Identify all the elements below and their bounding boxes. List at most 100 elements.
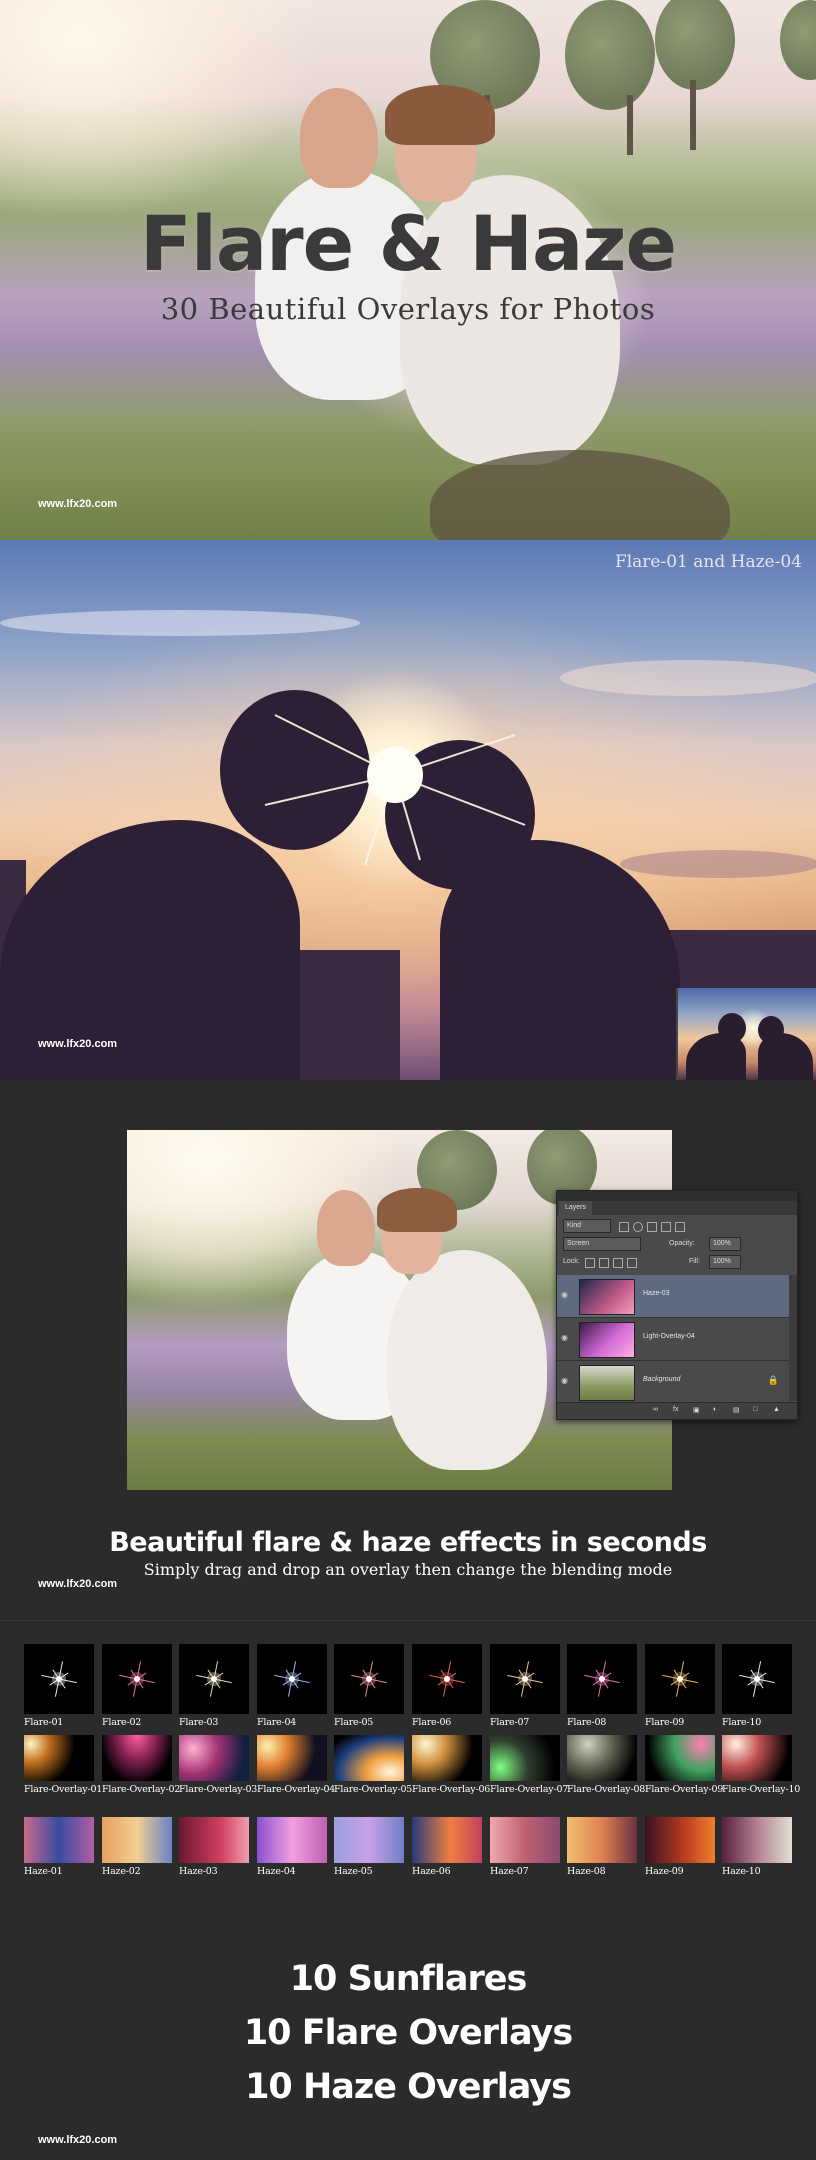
pixel-filter-icon[interactable] — [619, 1222, 629, 1232]
layers-panel[interactable]: Layers Kind Screen Opacity: 100% Lock: F… — [556, 1190, 798, 1420]
overlay-label: Flare-01 — [24, 1717, 64, 1728]
layer-item[interactable]: ◉ Haze-03 — [557, 1275, 789, 1318]
overlay-thumbnail — [567, 1644, 637, 1714]
layer-item[interactable]: ◉ Background 🔒 — [557, 1361, 789, 1404]
overlay-thumbnail — [102, 1735, 172, 1781]
flare-overlay-item[interactable]: Flare-Overlay-09 — [645, 1735, 723, 1795]
overlay-thumbnail — [567, 1735, 637, 1781]
haze-item[interactable]: Haze-05 — [334, 1817, 404, 1877]
tree-shape — [655, 0, 735, 90]
blend-mode-value: Screen — [567, 1240, 590, 1247]
haze-item[interactable]: Haze-03 — [179, 1817, 249, 1877]
trash-icon[interactable]: ▲ — [773, 1406, 780, 1413]
folder-icon[interactable]: ▤ — [733, 1406, 740, 1414]
visibility-eye-icon[interactable]: ◉ — [561, 1334, 569, 1342]
overlay-label: Flare-Overlay-07 — [490, 1784, 569, 1795]
layer-name: Background — [643, 1376, 681, 1383]
layer-thumbnail — [579, 1322, 635, 1358]
flare-overlay-item[interactable]: Flare-Overlay-02 — [102, 1735, 180, 1795]
flare-overlay-item[interactable]: Flare-Overlay-04 — [257, 1735, 336, 1795]
flare-overlay-item[interactable]: Flare-Overlay-03 — [179, 1735, 257, 1795]
blend-mode-select[interactable]: Screen — [563, 1237, 641, 1251]
opacity-value: 100% — [713, 1240, 731, 1247]
overlay-label: Flare-08 — [567, 1717, 607, 1728]
sunflare-item[interactable]: Flare-10 — [722, 1644, 792, 1728]
overlay-label: Haze-03 — [179, 1866, 218, 1877]
lock-brush-icon[interactable] — [599, 1258, 609, 1268]
haze-item[interactable]: Haze-08 — [567, 1817, 637, 1877]
cloud-shape — [620, 850, 816, 878]
overlay-grid: Flare-01 Flare-02 Flare-03 Flare-04 Flare-05… — [0, 1620, 816, 2160]
type-filter-icon[interactable] — [647, 1222, 657, 1232]
haze-item[interactable]: Haze-09 — [645, 1817, 715, 1877]
haze-item[interactable]: Haze-04 — [257, 1817, 327, 1877]
tree-trunk — [690, 80, 696, 150]
fx-icon[interactable]: fx — [673, 1406, 678, 1413]
overlay-label: Flare-09 — [645, 1717, 685, 1728]
sunset-caption: Flare-01 and Haze-04 — [614, 552, 802, 572]
flare-overlay-item[interactable]: Flare-Overlay-05 — [334, 1735, 412, 1795]
layer-item[interactable]: ◉ Light-Overlay-04 — [557, 1318, 789, 1361]
layer-name: Haze-03 — [643, 1290, 670, 1297]
visibility-eye-icon[interactable]: ◉ — [561, 1291, 569, 1299]
sunflare-star-icon — [41, 1661, 77, 1697]
sunflare-item[interactable]: Flare-01 — [24, 1644, 94, 1728]
overlay-label: Flare-04 — [257, 1717, 297, 1728]
flare-overlay-item[interactable]: Flare-Overlay-01 — [24, 1735, 102, 1795]
overlay-label: Flare-Overlay-04 — [257, 1784, 336, 1795]
lock-move-icon[interactable] — [613, 1258, 623, 1268]
hero-banner: Flare & Haze 30 Beautiful Overlays for P… — [0, 0, 816, 540]
overlay-label: Haze-10 — [722, 1866, 761, 1877]
thumb-silhouette — [718, 1013, 746, 1043]
sunflare-item[interactable]: Flare-02 — [102, 1644, 172, 1728]
fill-input[interactable]: 100% — [709, 1255, 741, 1269]
tab-layers[interactable]: Layers — [559, 1201, 593, 1215]
sunflare-item[interactable]: Flare-08 — [567, 1644, 637, 1728]
opacity-input[interactable]: 100% — [709, 1237, 741, 1251]
visibility-eye-icon[interactable]: ◉ — [561, 1377, 569, 1385]
cloud-shape — [560, 660, 816, 696]
lock-label: Lock: — [563, 1258, 580, 1265]
sunflare-item[interactable]: Flare-06 — [412, 1644, 482, 1728]
overlay-label: Flare-02 — [102, 1717, 142, 1728]
sunflare-item[interactable]: Flare-04 — [257, 1644, 327, 1728]
haze-item[interactable]: Haze-10 — [722, 1817, 792, 1877]
sunflare-item[interactable]: Flare-09 — [645, 1644, 715, 1728]
shape-filter-icon[interactable] — [661, 1222, 671, 1232]
tree-shape — [780, 0, 816, 80]
sunflare-item[interactable]: Flare-05 — [334, 1644, 404, 1728]
haze-item[interactable]: Haze-01 — [24, 1817, 94, 1877]
overlay-thumbnail — [179, 1735, 249, 1781]
kind-select[interactable]: Kind — [563, 1219, 611, 1233]
new-layer-icon[interactable]: □ — [753, 1406, 757, 1413]
lock-all-icon[interactable] — [627, 1258, 637, 1268]
haze-item[interactable]: Haze-07 — [490, 1817, 560, 1877]
overlay-label: Haze-04 — [257, 1866, 296, 1877]
adjustment-filter-icon[interactable] — [633, 1222, 643, 1232]
haze-item[interactable]: Haze-06 — [412, 1817, 482, 1877]
lock-pixels-icon[interactable] — [585, 1258, 595, 1268]
sunflare-star-icon — [429, 1661, 465, 1697]
watermark: www.lfx20.com — [38, 498, 118, 510]
flare-overlay-item[interactable]: Flare-Overlay-10 — [722, 1735, 800, 1795]
feature-subheading: Simply drag and drop an overlay then cha… — [143, 1560, 673, 1579]
watermark: www.lfx20.com — [38, 2134, 118, 2146]
overlay-thumbnail — [645, 1644, 715, 1714]
panel-scrollbar[interactable] — [789, 1275, 797, 1401]
sunflare-item[interactable]: Flare-03 — [179, 1644, 249, 1728]
watermark: www.lfx20.com — [38, 1578, 118, 1590]
hero-title: Flare & Haze — [139, 199, 677, 288]
smart-object-filter-icon[interactable] — [675, 1222, 685, 1232]
mask-icon[interactable]: ▣ — [693, 1406, 700, 1414]
haze-item[interactable]: Haze-02 — [102, 1817, 172, 1877]
panel-titlebar[interactable] — [557, 1191, 797, 1201]
fill-label: Fill: — [689, 1258, 700, 1265]
overlay-label: Haze-08 — [567, 1866, 606, 1877]
overlay-label: Flare-03 — [179, 1717, 219, 1728]
sunflare-item[interactable]: Flare-07 — [490, 1644, 560, 1728]
flare-overlay-item[interactable]: Flare-Overlay-07 — [490, 1735, 569, 1795]
flare-overlay-item[interactable]: Flare-Overlay-08 — [567, 1735, 645, 1795]
flare-overlay-item[interactable]: Flare-Overlay-06 — [412, 1735, 490, 1795]
adjustment-icon[interactable]: ◐ — [713, 1406, 717, 1413]
link-icon[interactable]: ∞ — [653, 1406, 658, 1413]
